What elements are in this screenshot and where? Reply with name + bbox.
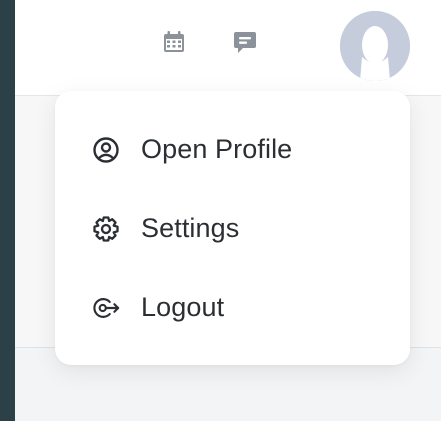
gear-icon — [92, 215, 120, 243]
menu-item-settings[interactable]: Settings — [55, 189, 410, 268]
top-bar — [15, 0, 441, 96]
menu-item-label: Settings — [141, 213, 240, 243]
menu-item-label: Open Profile — [141, 134, 293, 164]
chat-icon[interactable] — [231, 28, 259, 56]
menu-item-logout[interactable]: Logout — [55, 268, 410, 347]
logout-icon — [92, 294, 120, 322]
profile-dropdown-menu: Open Profile Settings Logout — [55, 91, 410, 365]
menu-item-label: Logout — [141, 292, 225, 322]
menu-item-open-profile[interactable]: Open Profile — [55, 110, 410, 189]
calendar-icon[interactable] — [160, 28, 188, 56]
user-circle-icon — [92, 136, 120, 164]
user-avatar[interactable] — [340, 11, 410, 81]
app-window: Open Profile Settings Logout — [15, 0, 441, 421]
